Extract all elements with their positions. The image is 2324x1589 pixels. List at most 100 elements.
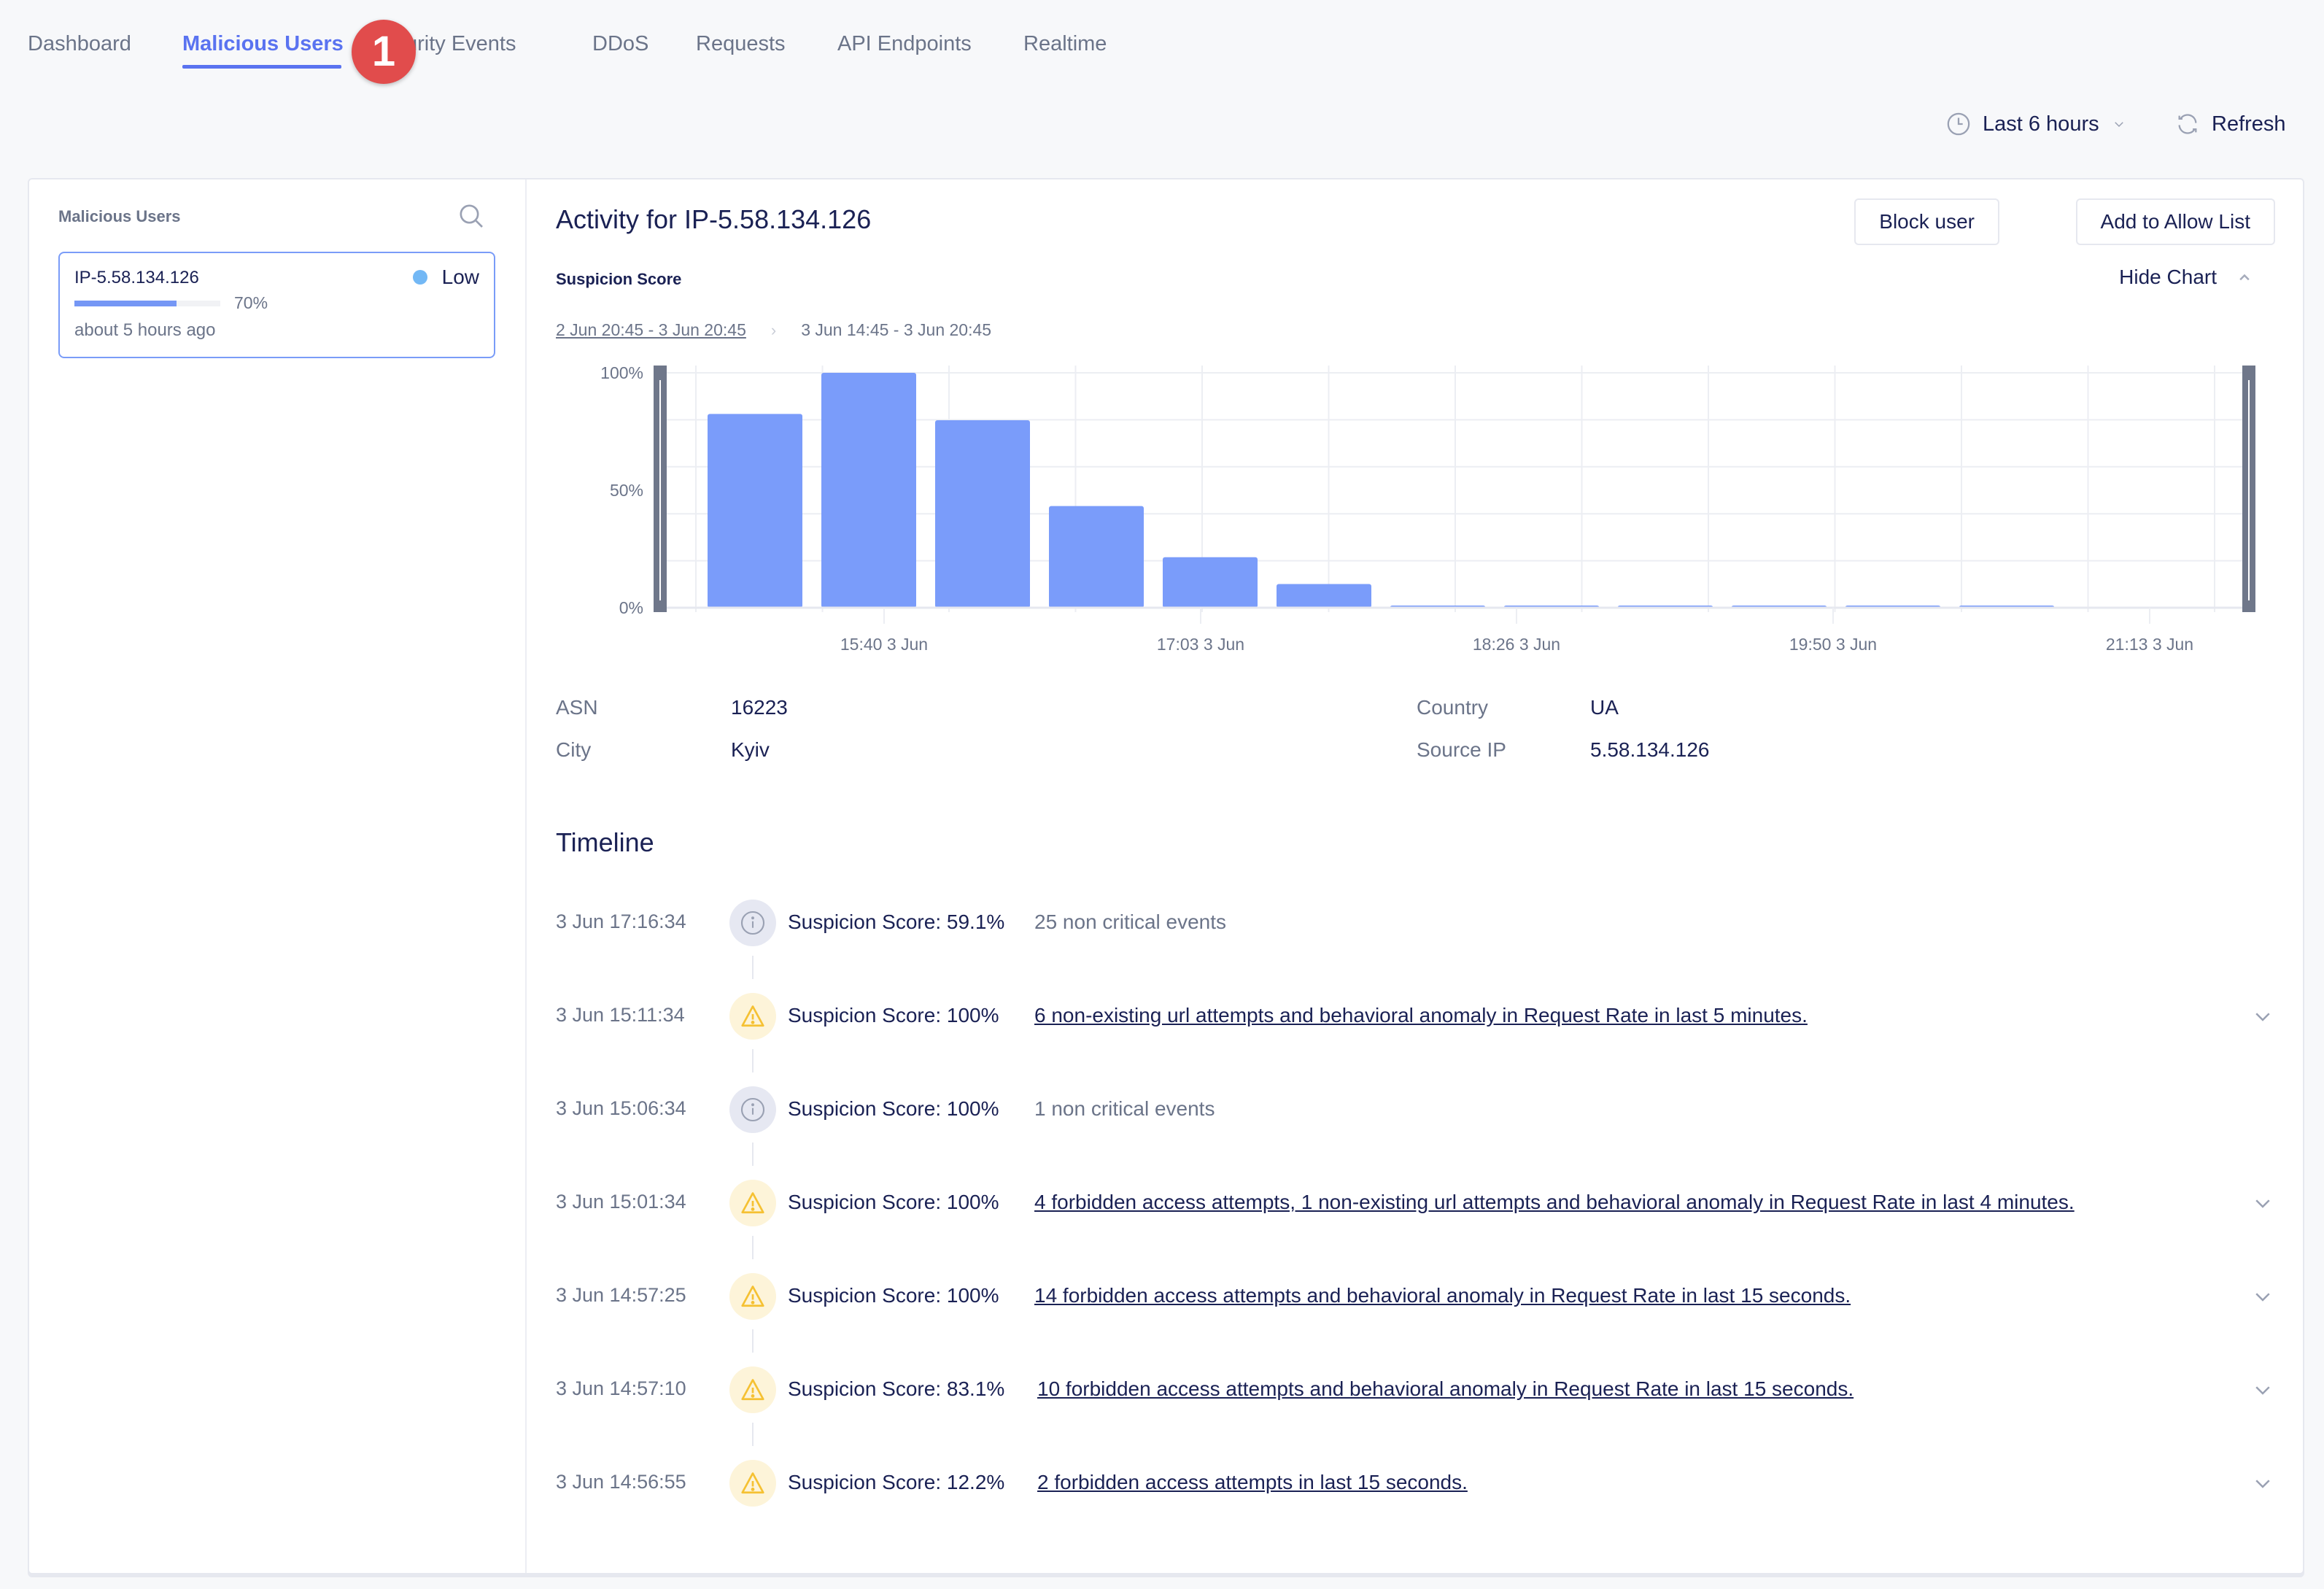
info-icon [729,1086,776,1133]
timeline-score: Suspicion Score: 100% [788,1004,999,1027]
timeline-connector [752,1143,754,1166]
breadcrumb-separator-icon: › [770,320,777,339]
score-progress-label: 70% [234,293,268,312]
timeline-event-link[interactable]: 14 forbidden access attempts and behavio… [1034,1284,1851,1307]
timeline-event-summary: 25 non critical events [1034,911,1227,933]
hide-chart-label: Hide Chart [2119,266,2217,288]
tab-ddos[interactable]: DDoS [592,29,648,58]
timeline-row[interactable]: 3 Jun 15:11:34 Suspicion Score: 100% 6 non… [556,991,2274,1042]
refresh-button[interactable]: Refresh [2175,109,2286,139]
refresh-label: Refresh [2212,112,2286,136]
chart-bar [935,420,1030,608]
y-tick-label: 50% [610,481,643,500]
chart-range-breadcrumb: 2 Jun 20:45 - 3 Jun 20:45 › 3 Jun 14:45 … [556,320,991,340]
expand-chevron-icon[interactable] [2252,1472,2274,1494]
expand-chevron-icon[interactable] [2252,1005,2274,1027]
user-ip: IP-5.58.134.126 [74,268,199,287]
tab-requests[interactable]: Requests [696,29,786,58]
timeline-connector [752,1423,754,1446]
level-dot-icon [412,270,427,285]
user-last-seen: about 5 hours ago [74,320,216,340]
detail-pane: Activity for IP-5.58.134.126 Block user … [527,179,2303,1573]
search-icon [460,204,483,228]
step-badge: 1 [352,20,416,84]
range-inner: 3 Jun 14:45 - 3 Jun 20:45 [801,320,992,339]
user-level-label: Low [441,266,479,288]
warning-icon [729,1366,776,1413]
info-label-asn: ASN [556,696,598,719]
hide-chart-toggle[interactable]: Hide Chart [2119,266,2252,289]
timeline-score: Suspicion Score: 12.2% [788,1471,1005,1493]
x-tick-label: 19:50 3 Jun [1789,635,1877,654]
user-list-item[interactable]: IP-5.58.134.126 Low 70% about 5 hours ag… [58,252,495,358]
timeline-time: 3 Jun 14:57:25 [556,1284,686,1306]
chart-bar [1049,506,1144,608]
timeline-event-link[interactable]: 6 non-existing url attempts and behavior… [1034,1004,1808,1027]
info-value-country: UA [1590,696,1619,719]
info-value-city: Kyiv [731,738,770,761]
timeline-score: Suspicion Score: 100% [788,1191,999,1213]
chart-bar [708,414,802,608]
suspicion-score-title: Suspicion Score [556,270,682,288]
chart-bar [1277,584,1371,608]
y-tick-label: 0% [619,598,643,617]
timeline-row: 3 Jun 15:06:34 Suspicion Score: 100% 1 non… [556,1084,2274,1135]
search-button[interactable] [457,201,486,231]
info-value-asn: 16223 [731,696,788,719]
timeline-row[interactable]: 3 Jun 14:57:10 Suspicion Score: 83.1% 10 f… [556,1364,2274,1415]
timeline-row: 3 Jun 17:16:34 Suspicion Score: 59.1% 25 n… [556,897,2274,948]
left-panel-title: Malicious Users [58,207,181,225]
timeline-row[interactable]: 3 Jun 14:56:55 Suspicion Score: 12.2% 2 fo… [556,1458,2274,1509]
user-level: Low [412,266,479,289]
add-to-allow-list-button[interactable]: Add to Allow List [2075,198,2275,245]
time-range-select[interactable]: Last 6 hours [1946,109,2126,139]
timeline-event-link[interactable]: 4 forbidden access attempts, 1 non-exist… [1034,1191,2075,1214]
chevron-down-icon [2114,122,2123,128]
timeline-connector [752,1329,754,1353]
warning-icon [729,1460,776,1507]
timeline-event-link[interactable]: 2 forbidden access attempts in last 15 s… [1037,1471,1468,1494]
timeline-event-link[interactable]: 10 forbidden access attempts and behavio… [1037,1377,1854,1401]
info-icon [729,900,776,946]
x-tick-label: 17:03 3 Jun [1157,635,1244,654]
timeline-score: Suspicion Score: 100% [788,1097,999,1120]
timeline-score: Suspicion Score: 100% [788,1284,999,1307]
warning-icon [729,1180,776,1226]
timeline-time: 3 Jun 15:06:34 [556,1097,686,1119]
tab-dashboard[interactable]: Dashboard [28,29,131,58]
timeline-time: 3 Jun 14:57:10 [556,1377,686,1399]
timeline-connector [752,1049,754,1072]
x-tick-label: 15:40 3 Jun [840,635,928,654]
expand-chevron-icon[interactable] [2252,1285,2274,1307]
info-value-source-ip: 5.58.134.126 [1590,738,1710,761]
block-user-button[interactable]: Block user [1854,198,1999,245]
timeline-score: Suspicion Score: 59.1% [788,911,1005,933]
x-tick-label: 18:26 3 Jun [1473,635,1560,654]
score-progress-fill [74,301,177,306]
info-label-source-ip: Source IP [1417,738,1506,761]
range-outer-link[interactable]: 2 Jun 20:45 - 3 Jun 20:45 [556,320,746,340]
timeline-event-summary: 1 non critical events [1034,1097,1215,1120]
expand-chevron-icon[interactable] [2252,1192,2274,1214]
chevron-up-icon [2239,274,2250,281]
timeline-time: 3 Jun 15:01:34 [556,1191,686,1213]
activity-title: Activity for IP-5.58.134.126 [556,204,872,234]
info-label-city: City [556,738,592,761]
tab-malicious-users[interactable]: Malicious Users [182,29,344,58]
active-tab-indicator [182,65,341,69]
timeline-time: 3 Jun 15:11:34 [556,1004,685,1026]
timeline-row[interactable]: 3 Jun 15:01:34 Suspicion Score: 100% 4 for… [556,1178,2274,1229]
tab-api-endpoints[interactable]: API Endpoints [837,29,972,58]
timeline-row[interactable]: 3 Jun 14:57:25 Suspicion Score: 100% 14 fo… [556,1271,2274,1322]
main-card: Malicious Users IP-5.58.134.126 Low 70% … [28,178,2304,1574]
y-tick-label: 100% [600,363,643,382]
expand-chevron-icon[interactable] [2252,1379,2274,1401]
score-progress-bar [74,301,220,306]
tab-realtime[interactable]: Realtime [1023,29,1107,58]
info-label-country: Country [1417,696,1489,719]
clock-icon [1947,112,1970,136]
timeline-score: Suspicion Score: 83.1% [788,1377,1005,1400]
time-range-label: Last 6 hours [1983,112,2099,136]
warning-icon [729,1273,776,1320]
timeline-time: 3 Jun 17:16:34 [556,911,686,932]
